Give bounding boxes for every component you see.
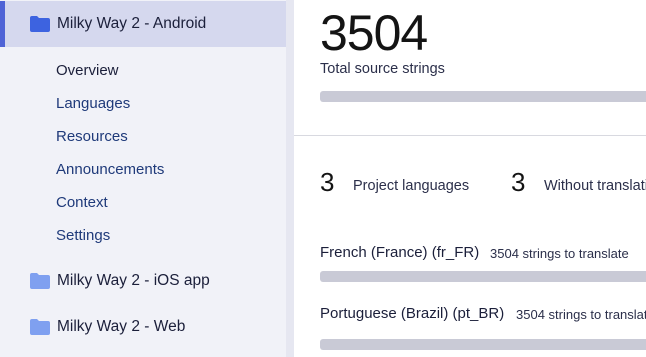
project-item-android[interactable]: Milky Way 2 - Android	[0, 1, 286, 47]
sidebar: Milky Way 2 - Android Overview Languages…	[0, 0, 286, 357]
without-translations-count: 3	[511, 167, 526, 197]
project-name: Milky Way 2 - Android	[57, 15, 207, 32]
section-divider	[294, 135, 646, 136]
language-name-fr[interactable]: French (France) (fr_FR)	[320, 244, 479, 261]
without-translations-label: Without translations	[544, 178, 646, 194]
language-strings-fr: 3504 strings to translate	[490, 246, 629, 261]
folder-icon	[30, 16, 50, 32]
total-strings-progress-bar	[320, 91, 646, 102]
project-name: Milky Way 2 - Web	[57, 318, 186, 335]
subnav-settings[interactable]: Settings	[56, 227, 110, 244]
language-progress-bar-fr	[320, 271, 646, 282]
subnav-overview[interactable]: Overview	[56, 62, 119, 79]
project-item-ios[interactable]: Milky Way 2 - iOS app	[0, 258, 286, 304]
subnav-languages[interactable]: Languages	[56, 95, 130, 112]
total-strings-label: Total source strings	[320, 61, 445, 77]
language-progress-bar-pt	[320, 339, 646, 350]
project-item-web[interactable]: Milky Way 2 - Web	[0, 304, 286, 350]
project-overview: 3504 Total source strings 3 Project lang…	[294, 0, 646, 357]
project-languages-label: Project languages	[353, 178, 470, 194]
folder-icon	[30, 273, 50, 289]
subnav-context[interactable]: Context	[56, 194, 108, 211]
subnav-announcements[interactable]: Announcements	[56, 161, 164, 178]
total-strings-count: 3504	[320, 5, 428, 61]
language-name-pt[interactable]: Portuguese (Brazil) (pt_BR)	[320, 305, 504, 322]
project-name: Milky Way 2 - iOS app	[57, 272, 210, 289]
subnav-resources[interactable]: Resources	[56, 128, 128, 145]
sidebar-scrollbar[interactable]	[286, 0, 294, 357]
folder-icon	[30, 319, 50, 335]
language-strings-pt: 3504 strings to translate	[516, 307, 646, 322]
project-languages-count: 3	[320, 167, 335, 197]
